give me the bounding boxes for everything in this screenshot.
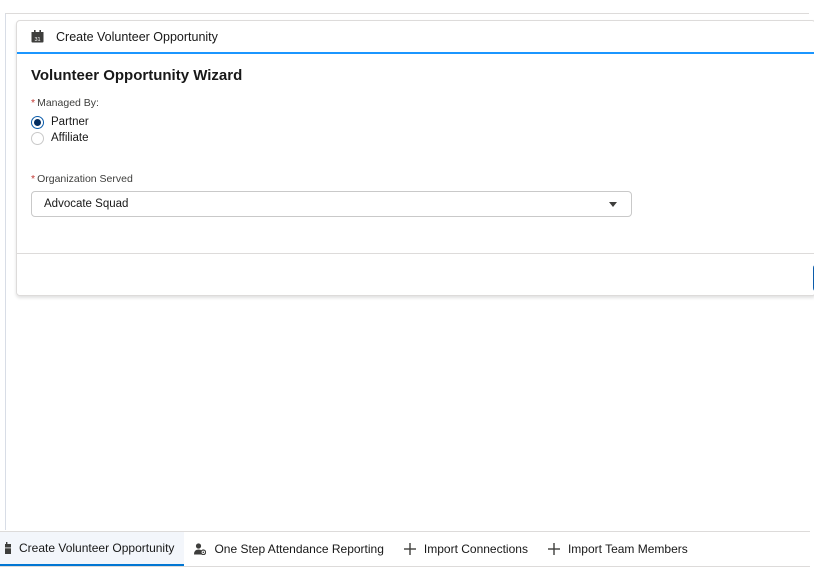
radio-option-partner[interactable]: Partner (31, 114, 801, 130)
tab-label: Create Volunteer Opportunity (19, 541, 175, 555)
calendar-icon: 31 (31, 30, 44, 43)
chevron-down-icon (609, 201, 617, 207)
tab-one-step-attendance-reporting[interactable]: One Step Attendance Reporting (186, 532, 393, 566)
organization-served-label: * Organization Served (31, 173, 133, 185)
wizard-card: 31 Create Volunteer Opportunity Voluntee… (16, 20, 814, 296)
plus-icon (547, 543, 560, 555)
plus-icon (403, 543, 416, 555)
bottom-divider (0, 566, 810, 567)
tab-import-connections[interactable]: Import Connections (396, 532, 538, 566)
calendar-icon (5, 542, 11, 554)
card-header-title: Create Volunteer Opportunity (56, 29, 218, 44)
managed-by-radio-group: Partner Affiliate (31, 114, 801, 146)
tab-create-volunteer-opportunity[interactable]: Create Volunteer Opportunity (0, 532, 185, 566)
card-footer (17, 253, 814, 295)
radio-option-affiliate[interactable]: Affiliate (31, 130, 801, 146)
radio-partner-label[interactable]: Partner (51, 116, 89, 128)
user-settings-icon (194, 543, 207, 555)
required-marker: * (31, 97, 36, 109)
card-header: 31 Create Volunteer Opportunity (17, 21, 814, 54)
radio-affiliate-label[interactable]: Affiliate (51, 132, 89, 144)
managed-by-label: * Managed By: (31, 97, 99, 109)
tab-label: Import Connections (423, 542, 528, 556)
workspace-panel: 31 Create Volunteer Opportunity Voluntee… (5, 13, 814, 530)
radio-affiliate[interactable] (31, 131, 44, 145)
tab-label: One Step Attendance Reporting (214, 542, 384, 556)
required-marker: * (31, 173, 36, 185)
tab-label: Import Team Members (567, 542, 688, 556)
utility-tab-bar: Create Volunteer Opportunity One Step At… (0, 531, 810, 566)
organization-served-combobox[interactable]: Advocate Squad (31, 191, 632, 217)
svg-text:31: 31 (34, 37, 40, 43)
organization-served-value: Advocate Squad (44, 198, 129, 210)
wizard-title: Volunteer Opportunity Wizard (31, 67, 243, 84)
card-body: Volunteer Opportunity Wizard * Managed By… (17, 54, 814, 247)
tab-import-team-members[interactable]: Import Team Members (540, 532, 698, 566)
radio-partner[interactable] (31, 115, 44, 129)
